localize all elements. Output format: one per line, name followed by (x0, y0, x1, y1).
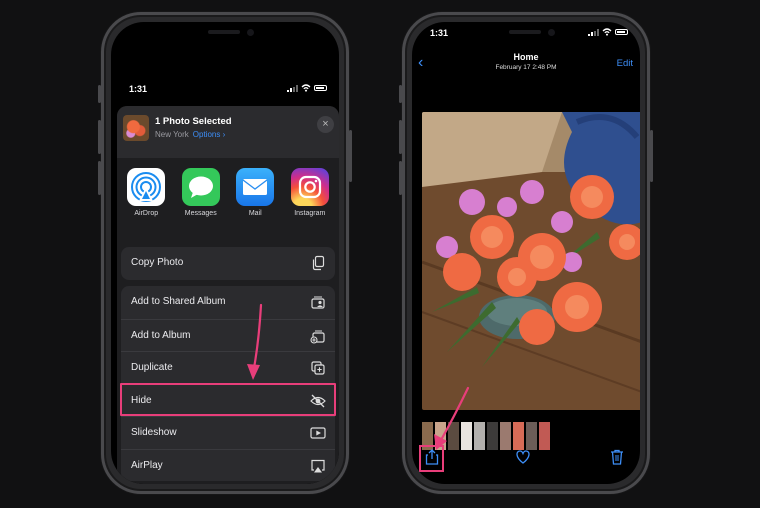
left-phone: 1:31 1 Photo Selected New York Options › … (98, 12, 352, 494)
right-phone: 1:31 ‹ Home February 17 2:48 PM Edit (399, 12, 653, 494)
volume-down-button (98, 161, 101, 195)
left-screen: 1:31 1 Photo Selected New York Options › … (111, 22, 339, 484)
volume-up-button (98, 120, 101, 154)
volume-down-button (399, 161, 402, 195)
pointer-arrow-icon (247, 303, 263, 380)
right-screen: 1:31 ‹ Home February 17 2:48 PM Edit (412, 22, 640, 484)
pointer-arrow-icon (434, 386, 470, 450)
side-button (650, 130, 653, 182)
side-button (349, 130, 352, 182)
mute-switch (399, 85, 402, 103)
mute-switch (98, 85, 101, 103)
volume-up-button (399, 120, 402, 154)
